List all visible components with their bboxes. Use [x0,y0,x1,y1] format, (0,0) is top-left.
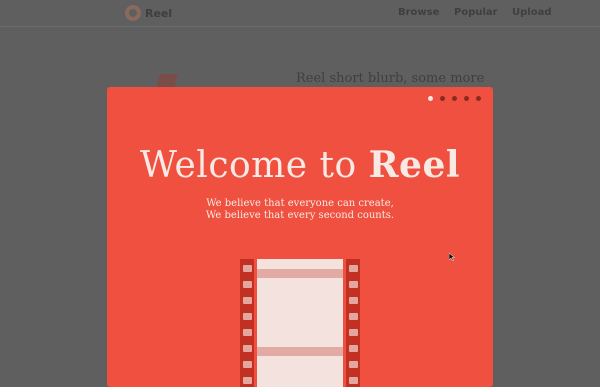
hero-illustration [156,74,178,88]
modal-tagline: We believe that everyone can create, We … [107,198,493,222]
film-side-right [346,259,360,387]
pagination-dot-2[interactable] [440,96,445,101]
frame-separator [257,347,343,356]
film-side-left [240,259,254,387]
pagination-dot-4[interactable] [464,96,469,101]
film-hole [349,329,358,336]
welcome-modal: Welcome to Reel We believe that everyone… [107,87,493,387]
frame-separator [257,269,343,278]
film-hole [349,297,358,304]
pagination-dot-5[interactable] [476,96,481,101]
film-hole [243,361,252,368]
modal-title: Welcome to Reel [107,144,493,186]
film-frames [257,259,343,387]
film-hole [243,265,252,272]
hero-blurb: Reel short blurb, some more [296,71,485,86]
title-prefix: Welcome to [139,145,369,186]
nav-upload[interactable]: Upload [512,7,551,18]
tagline-line-1: We believe that everyone can create, [206,198,394,209]
logo-icon [125,5,141,21]
pagination-dot-1[interactable] [428,96,433,101]
film-strip-illustration [240,259,360,387]
mouse-cursor-icon [449,253,455,261]
film-hole [243,297,252,304]
title-brand: Reel [368,144,461,186]
tagline-line-2: We believe that every second counts. [205,210,395,221]
film-hole [243,281,252,288]
pagination-dot-3[interactable] [452,96,457,101]
film-hole [243,345,252,352]
nav-browse[interactable]: Browse [398,7,439,18]
nav-popular[interactable]: Popular [454,7,498,18]
film-hole [243,313,252,320]
film-hole [349,345,358,352]
logo-text: Reel [145,6,173,20]
film-hole [349,313,358,320]
film-hole [243,377,252,384]
film-hole [349,281,358,288]
site-logo[interactable]: Reel [125,4,172,22]
film-hole [349,361,358,368]
film-hole [349,265,358,272]
film-hole [243,329,252,336]
carousel-pagination [428,96,481,101]
film-hole [349,377,358,384]
site-header: Reel Browse Popular Upload [0,0,600,27]
